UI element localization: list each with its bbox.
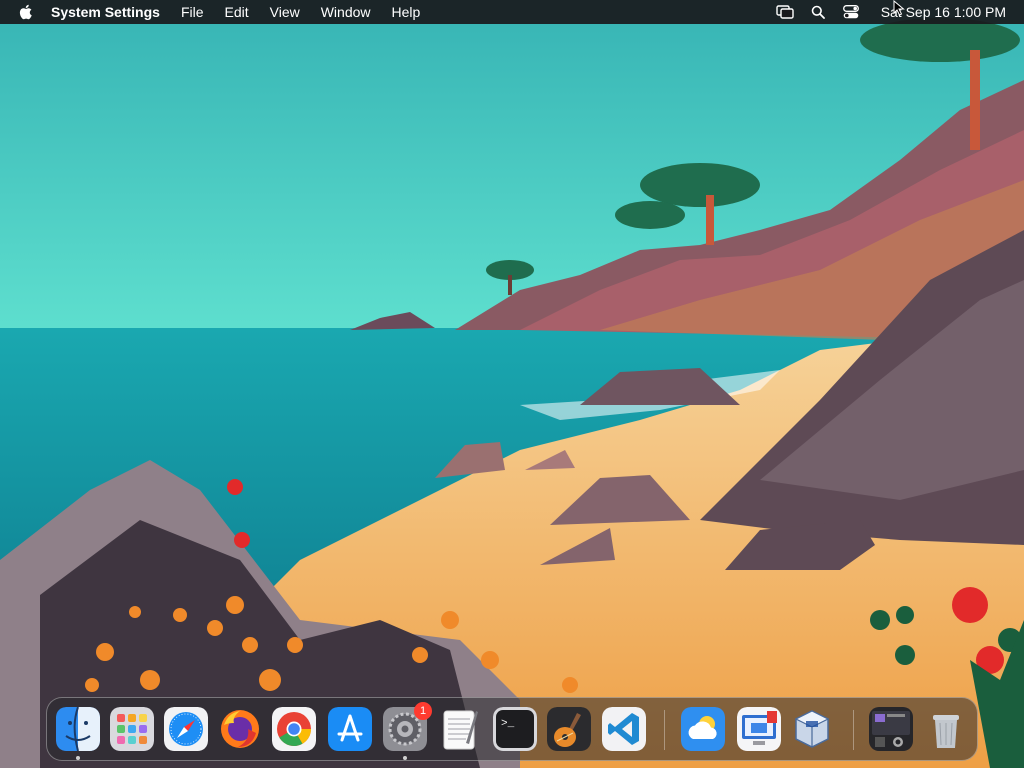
firefox-icon[interactable] (218, 707, 262, 751)
safari-icon[interactable] (164, 707, 208, 751)
dock: >_ (46, 697, 978, 761)
vscode-icon[interactable] (602, 707, 646, 751)
mouse-pointer-icon (893, 0, 905, 16)
textedit-icon[interactable] (438, 707, 482, 751)
notification-badge: 1 (414, 702, 432, 720)
menu-edit[interactable]: Edit (225, 4, 249, 20)
virtualbox-icon[interactable] (790, 707, 834, 751)
downloads-stack-icon[interactable] (869, 707, 913, 751)
menu-help[interactable]: Help (392, 4, 421, 20)
menu-view[interactable]: View (270, 4, 300, 20)
spotlight-search-icon[interactable] (809, 3, 827, 21)
trash-icon[interactable] (924, 707, 968, 751)
terminal-icon[interactable]: >_ (493, 707, 537, 751)
menu-window[interactable]: Window (321, 4, 371, 20)
menu-app-name[interactable]: System Settings (51, 4, 160, 20)
system-settings-running-indicator (403, 756, 407, 760)
menu-file[interactable]: File (181, 4, 204, 20)
dock-separator (853, 710, 854, 750)
svg-text:>_: >_ (501, 718, 515, 730)
launchpad-icon[interactable] (110, 707, 154, 751)
garageband-icon[interactable] (547, 707, 591, 751)
app-store-icon[interactable] (328, 707, 372, 751)
screen-mirroring-icon[interactable] (775, 3, 794, 21)
finder-running-indicator (76, 756, 80, 760)
menu-bar: System Settings File Edit View Window He… (0, 0, 1024, 24)
weather-icon[interactable] (681, 707, 725, 751)
dock-separator (664, 710, 665, 750)
apple-menu-icon[interactable] (18, 4, 34, 20)
control-center-icon[interactable] (842, 3, 860, 21)
remote-desktop-icon[interactable] (737, 707, 781, 751)
finder-icon[interactable] (56, 707, 100, 751)
desktop-wallpaper (0, 0, 1024, 768)
chrome-icon[interactable] (272, 707, 316, 751)
